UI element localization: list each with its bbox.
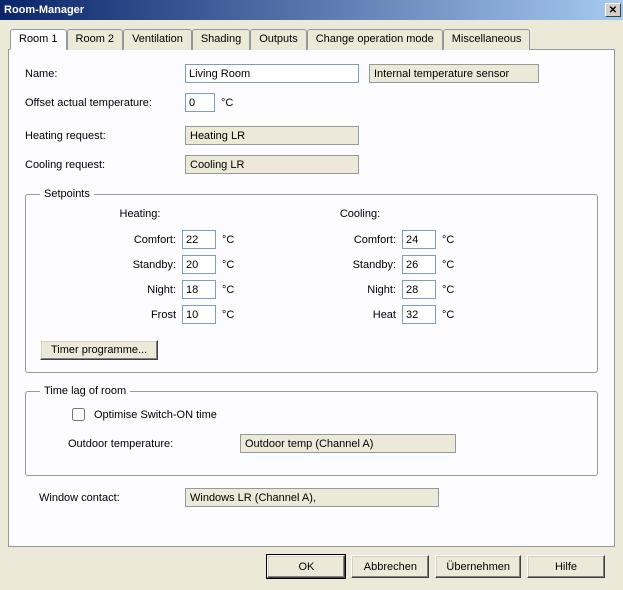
tab-shading[interactable]: Shading [192, 29, 250, 50]
timelag-legend: Time lag of room [40, 385, 130, 397]
timer-programme-button[interactable]: Timer programme... [40, 340, 158, 360]
heating-night-input[interactable] [182, 280, 216, 299]
cooling-night-input[interactable] [402, 280, 436, 299]
tab-room-2[interactable]: Room 2 [67, 29, 124, 50]
optimise-checkbox[interactable] [72, 408, 85, 421]
close-button[interactable]: ✕ [605, 3, 621, 17]
heating-night-label: Night: [40, 284, 176, 296]
cooling-request-label: Cooling request: [25, 159, 185, 171]
unit-c: °C [222, 234, 240, 246]
window-contact-display[interactable]: Windows LR (Channel A), [185, 488, 439, 507]
offset-input[interactable] [185, 93, 215, 112]
heating-frost-label: Frost [40, 309, 176, 321]
heating-standby-label: Standby: [40, 259, 176, 271]
tab-outputs[interactable]: Outputs [250, 29, 307, 50]
heating-request-label: Heating request: [25, 130, 185, 142]
titlebar: Room-Manager ✕ [0, 0, 623, 20]
window-contact-label: Window contact: [25, 492, 185, 504]
heating-frost-input[interactable] [182, 305, 216, 324]
setpoints-legend: Setpoints [40, 188, 94, 200]
offset-label: Offset actual temperature: [25, 97, 185, 109]
heating-standby-input[interactable] [182, 255, 216, 274]
cooling-standby-label: Standby: [260, 259, 396, 271]
ok-button[interactable]: OK [267, 555, 345, 578]
tab-change-operation-mode[interactable]: Change operation mode [307, 29, 443, 50]
outdoor-temp-display[interactable]: Outdoor temp (Channel A) [240, 434, 456, 453]
temp-sensor-display[interactable]: Internal temperature sensor [369, 64, 539, 83]
cooling-head: Cooling: [260, 208, 460, 220]
optimise-label: Optimise Switch-ON time [94, 409, 217, 421]
tabpanel-room-1: Name: Internal temperature sensor Offset… [8, 49, 615, 547]
heating-request-display[interactable]: Heating LR [185, 126, 359, 145]
cooling-night-label: Night: [260, 284, 396, 296]
tab-miscellaneous[interactable]: Miscellaneous [443, 29, 531, 50]
close-icon: ✕ [609, 5, 617, 16]
cooling-request-display[interactable]: Cooling LR [185, 155, 359, 174]
name-label: Name: [25, 68, 185, 80]
button-bar: OK Abbrechen Übernehmen Hilfe [8, 547, 615, 578]
timelag-group: Time lag of room Optimise Switch-ON time… [25, 385, 598, 476]
heating-comfort-input[interactable] [182, 230, 216, 249]
outdoor-temp-label: Outdoor temperature: [40, 438, 240, 450]
heating-head: Heating: [40, 208, 240, 220]
tab-ventilation[interactable]: Ventilation [123, 29, 192, 50]
optimise-checkbox-wrap[interactable]: Optimise Switch-ON time [68, 405, 217, 424]
cooling-comfort-label: Comfort: [260, 234, 396, 246]
cancel-button[interactable]: Abbrechen [351, 555, 429, 578]
heating-comfort-label: Comfort: [40, 234, 176, 246]
cooling-standby-input[interactable] [402, 255, 436, 274]
name-input[interactable] [185, 64, 359, 83]
tab-room-1[interactable]: Room 1 [10, 29, 67, 50]
tabstrip: Room 1 Room 2 Ventilation Shading Output… [10, 28, 615, 49]
window-title: Room-Manager [4, 4, 605, 16]
setpoints-group: Setpoints Heating: Comfort: °C Standby: … [25, 188, 598, 373]
help-button[interactable]: Hilfe [527, 555, 605, 578]
cooling-heat-label: Heat [260, 309, 396, 321]
cooling-comfort-input[interactable] [402, 230, 436, 249]
apply-button[interactable]: Übernehmen [435, 555, 521, 578]
cooling-heat-input[interactable] [402, 305, 436, 324]
offset-unit: °C [221, 97, 233, 109]
